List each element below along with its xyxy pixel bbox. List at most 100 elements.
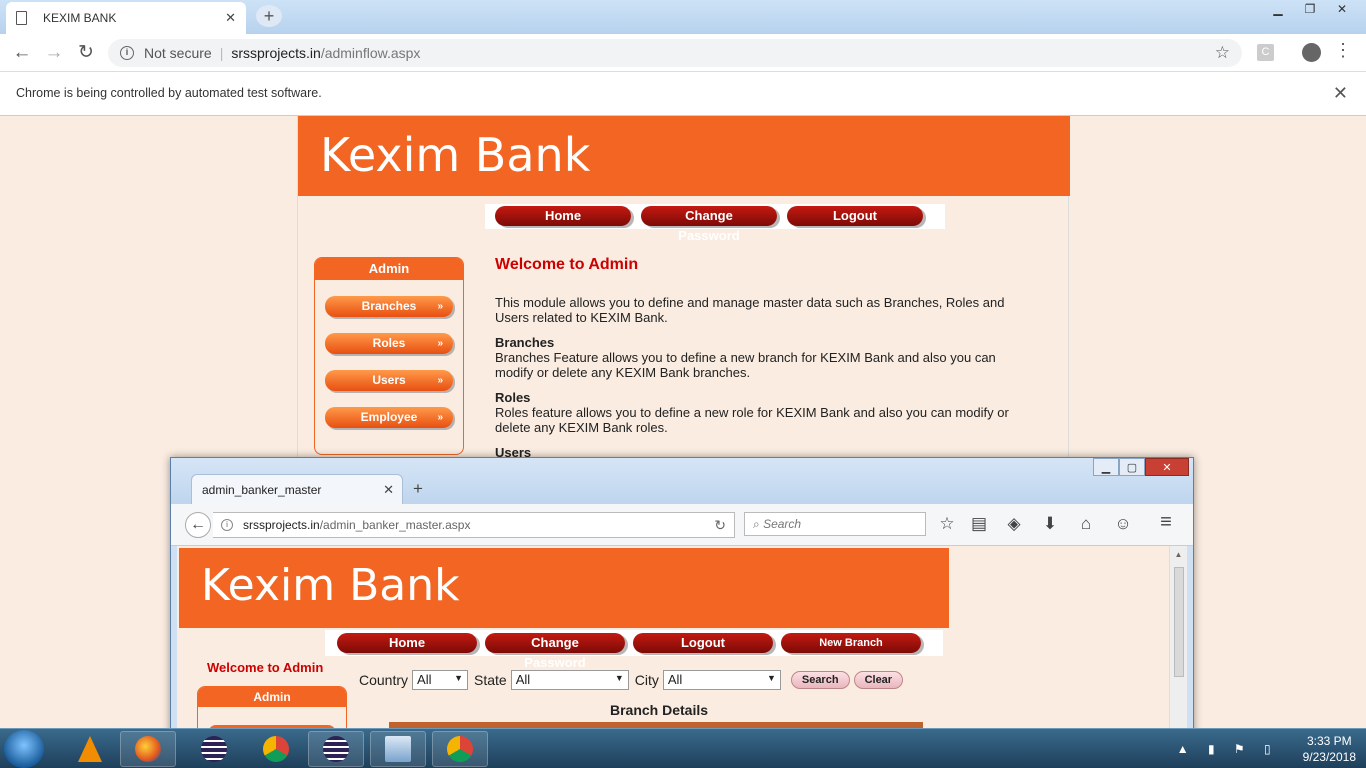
clear-button[interactable]: Clear [853,671,904,689]
reload-icon[interactable]: ↻ [714,517,726,534]
scroll-thumb[interactable] [1173,567,1184,677]
infobar-close-icon[interactable]: ✕ [1333,83,1348,104]
home-button[interactable]: Home [495,206,631,226]
chrome-icon[interactable] [432,731,488,767]
city-label: City [634,672,659,688]
branches-button[interactable]: Branches » [325,296,453,317]
restore-icon[interactable]: ❐ [1296,0,1324,18]
minimize-icon[interactable]: ▁ [1093,458,1119,476]
home-icon[interactable]: ⌂ [1075,514,1097,534]
country-value: All [417,672,432,687]
new-tab-button[interactable]: + [413,479,423,499]
windows-taskbar: ▲ ▮ ⚑ ▯ 3:33 PM 9/23/2018 [0,728,1366,768]
logout-button[interactable]: Logout [787,206,923,226]
bookmark-star-icon[interactable]: ☆ [1215,43,1230,63]
tray-icons[interactable]: ▲ ▮ ⚑ ▯ [1177,742,1279,756]
search-placeholder: Search [763,517,802,531]
eclipse-icon[interactable] [308,731,364,767]
minimize-icon[interactable]: ▁ [1264,0,1292,18]
bank-logo-text: Kexim Bank [201,560,460,611]
employee-label: Employee [360,410,418,424]
network-icon[interactable] [370,731,426,767]
new-branch-button[interactable]: New Branch [781,633,921,653]
change-password-button[interactable]: Change Password [641,206,777,243]
welcome-content: Welcome to Admin This module allows you … [495,256,1015,460]
close-tab-icon[interactable]: ✕ [383,482,394,498]
infobar-text: Chrome is being controlled by automated … [16,86,322,100]
firefox-tab-title: admin_banker_master [202,483,322,497]
city-select[interactable]: All ▼ [662,670,781,690]
search-button[interactable]: Search [790,671,850,689]
admin-panel-title: Admin [315,258,463,280]
firefox-content: ▲ Kexim Bank Home Change Password Logout… [177,546,1187,736]
smiley-icon[interactable]: ☺ [1112,514,1134,534]
vertical-scrollbar[interactable]: ▲ [1169,546,1187,736]
city-value: All [667,672,683,687]
welcome-title: Welcome to Admin [207,660,324,675]
users-button[interactable]: Users » [325,370,453,391]
country-select[interactable]: All ▼ [412,670,469,690]
firefox-tab-strip: admin_banker_master ✕ + ▁ ▢ ✕ [171,458,1193,504]
document-icon [16,11,27,25]
close-window-icon[interactable]: ✕ [1145,458,1189,476]
double-arrow-icon: » [437,375,443,386]
clock[interactable]: 3:33 PM 9/23/2018 [1303,733,1356,765]
back-button[interactable]: ← [185,512,211,538]
profile-avatar-icon[interactable] [1302,43,1321,62]
clock-time: 3:33 PM [1306,734,1352,748]
not-secure-label: Not secure [144,45,212,61]
home-button[interactable]: Home [337,633,477,653]
info-icon[interactable]: i [120,46,134,60]
reload-button[interactable]: ↻ [74,41,98,65]
eclipse-icon[interactable] [186,731,242,767]
double-arrow-icon: » [437,301,443,312]
chrome-menu-icon[interactable]: ⋮ [1334,40,1352,61]
forward-button[interactable]: → [42,41,66,65]
bank-header: Kexim Bank [298,116,1070,196]
extension-icon[interactable]: C [1257,44,1274,61]
new-tab-button[interactable]: + [256,5,282,27]
address-bar[interactable]: i Not secure | srssprojects.in /adminflo… [108,39,1242,67]
chrome-icon[interactable] [248,731,304,767]
back-button[interactable]: ← [10,41,34,65]
chevron-down-icon: ▼ [766,673,776,683]
employee-button[interactable]: Employee » [325,407,453,428]
vlc-icon[interactable] [62,731,118,767]
roles-button[interactable]: Roles » [325,333,453,354]
close-tab-icon[interactable]: ✕ [225,10,236,26]
star-icon[interactable]: ☆ [936,514,958,534]
clock-date: 9/23/2018 [1302,750,1356,764]
info-icon[interactable]: i [221,519,233,531]
branches-description: Branches Feature allows you to define a … [495,350,996,380]
logout-button[interactable]: Logout [633,633,773,653]
url-path: /admin_banker_master.aspx [319,518,471,532]
bank-header: Kexim Bank [179,548,949,628]
firefox-window: admin_banker_master ✕ + ▁ ▢ ✕ ← i srsspr… [170,457,1194,737]
maximize-icon[interactable]: ▢ [1119,458,1145,476]
reading-list-icon[interactable]: ▤ [968,514,990,534]
pocket-icon[interactable]: ◈ [1003,514,1025,534]
close-window-icon[interactable]: ✕ [1328,0,1356,18]
chrome-tab-active[interactable]: KEXIM BANK ✕ [6,2,246,34]
users-label: Users [372,373,406,387]
hamburger-menu-icon[interactable]: ≡ [1155,511,1177,534]
blank-area [949,546,1169,736]
url-separator: | [219,45,224,61]
download-icon[interactable]: ⬇ [1039,514,1061,534]
roles-heading: Roles [495,390,531,405]
firefox-search-input[interactable]: ⌕ Search [744,512,926,536]
chrome-tab-title: KEXIM BANK [43,11,117,25]
firefox-tab-active[interactable]: admin_banker_master ✕ [191,474,403,504]
scroll-up-icon[interactable]: ▲ [1170,550,1187,559]
firefox-icon[interactable] [120,731,176,767]
firefox-url-bar[interactable]: i srssprojects.in /admin_banker_master.a… [213,512,735,538]
url-path: /adminflow.aspx [320,45,421,61]
chrome-toolbar: ← → ↻ i Not secure | srssprojects.in /ad… [0,34,1366,72]
state-select[interactable]: All ▼ [510,670,629,690]
roles-label: Roles [372,336,406,350]
country-label: Country [359,672,409,688]
branches-heading: Branches [495,335,555,350]
url-host: srssprojects.in [243,518,320,532]
start-button-icon[interactable] [4,730,44,768]
change-password-button[interactable]: Change Password [485,633,625,670]
